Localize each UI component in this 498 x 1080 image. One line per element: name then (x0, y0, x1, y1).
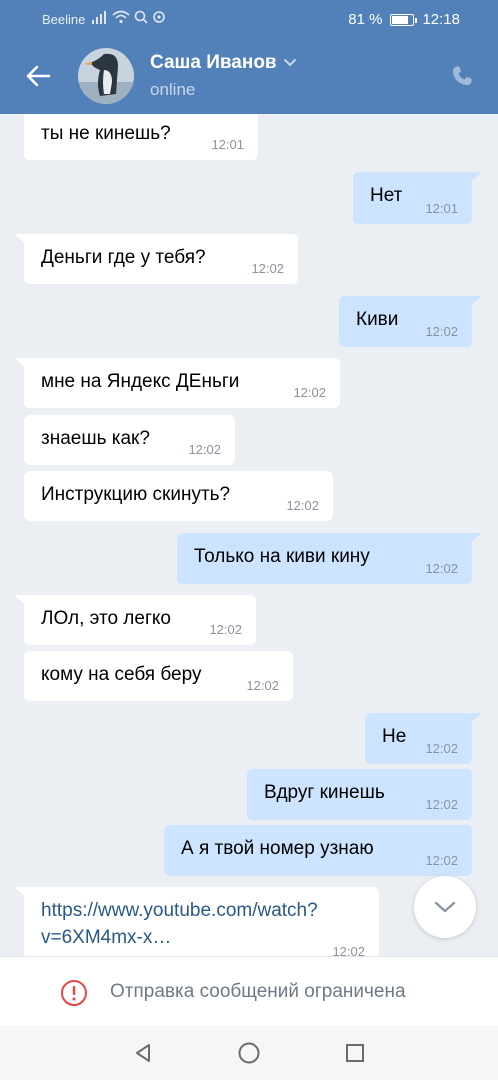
restriction-banner: Отправка сообщений ограничена (0, 956, 498, 1026)
carrier-label: Beeline (42, 12, 86, 27)
message-incoming[interactable]: ты не кинешь? 12:01 (24, 114, 258, 160)
arrow-left-icon (26, 65, 51, 87)
bubble-tail (468, 713, 482, 725)
message-text: Киви (356, 309, 399, 330)
avatar[interactable] (78, 48, 134, 104)
nav-home-button[interactable] (234, 1038, 264, 1068)
message-text: мне на Яндекс ДЕньги (41, 371, 240, 392)
message-time: 12:02 (246, 678, 279, 693)
message-text: Инструкцию скинуть? (41, 484, 231, 505)
scroll-down-button[interactable] (414, 876, 476, 938)
contact-name[interactable]: Саша Иванов (150, 52, 297, 74)
message-time: 12:02 (332, 944, 365, 956)
chat-header: Beeline 81 % 12:18 Саша Иванов online (0, 0, 498, 114)
nav-back-button[interactable] (128, 1038, 158, 1068)
message-incoming[interactable]: https://www.youtube.com/watch?v=6XM4mx-x… (14, 887, 379, 956)
message-time: 12:02 (251, 261, 284, 276)
message-text: Только на киви кину (194, 546, 370, 567)
bubble-tail (468, 172, 482, 184)
message-text: Деньги где у тебя? (41, 247, 206, 268)
message-text: ЛОл, это легко (41, 608, 171, 629)
battery-icon (390, 13, 418, 26)
message-text: кому на себя беру (41, 664, 202, 685)
message-incoming[interactable]: Инструкцию скинуть? 12:02 (24, 471, 333, 521)
message-time: 12:02 (425, 797, 458, 812)
contact-name-label: Саша Иванов (150, 52, 277, 73)
system-nav-bar (0, 1026, 498, 1080)
clock: 12:18 (422, 11, 460, 28)
message-incoming[interactable]: знаешь как? 12:02 (24, 415, 235, 465)
message-text: знаешь как? (41, 428, 150, 449)
chevron-down-icon (283, 59, 296, 67)
bubble-tail (14, 595, 28, 607)
message-time: 12:02 (209, 622, 242, 637)
call-button[interactable] (446, 60, 478, 92)
message-time: 12:01 (211, 137, 244, 152)
bubble-tail (468, 533, 482, 545)
message-text: Нет (370, 185, 403, 206)
message-text: ты не кинешь? (41, 123, 171, 144)
message-time: 12:02 (286, 498, 319, 513)
app-bar: Саша Иванов online (0, 38, 498, 114)
message-outgoing[interactable]: Не 12:02 (365, 713, 482, 764)
battery-percent: 81 % (348, 11, 383, 28)
status-right: 81 % 12:18 (348, 11, 460, 28)
message-time: 12:02 (425, 741, 458, 756)
message-outgoing[interactable]: Киви 12:02 (339, 296, 482, 347)
message-time: 12:01 (425, 201, 458, 216)
exclamation-circle-icon (61, 980, 87, 1006)
contact-status: online (150, 80, 196, 99)
message-incoming[interactable]: Деньги где у тебя? 12:02 (14, 234, 298, 284)
square-recents-icon (346, 1044, 364, 1062)
message-time: 12:02 (425, 561, 458, 576)
wifi-icon (112, 10, 130, 24)
message-list[interactable]: ты не кинешь? 12:01 Нет 12:01 Деньги где… (0, 114, 498, 956)
message-outgoing[interactable]: Только на киви кину 12:02 (177, 533, 482, 584)
phone-icon (453, 66, 472, 86)
chevron-down-icon (434, 901, 456, 913)
message-time: 12:02 (188, 442, 221, 457)
message-time: 12:02 (425, 324, 458, 339)
message-text: А я твой номер узнаю (181, 838, 374, 859)
battery-fill (392, 15, 408, 24)
status-bar: Beeline 81 % 12:18 (0, 0, 498, 38)
triangle-back-icon (136, 1044, 150, 1062)
message-outgoing[interactable]: А я твой номер узнаю 12:02 (164, 825, 472, 876)
bubble-tail (14, 358, 28, 370)
nav-recents-button[interactable] (340, 1038, 370, 1068)
message-incoming[interactable]: ЛОл, это легко 12:02 (14, 595, 256, 645)
bubble-tail (14, 234, 28, 246)
message-text: Не (382, 726, 407, 747)
message-outgoing[interactable]: Нет 12:01 (353, 172, 482, 224)
search-icon (134, 10, 148, 24)
circle-home-icon (238, 1042, 260, 1064)
message-time: 12:02 (293, 385, 326, 400)
message-text: Вдруг кинешь (264, 782, 385, 803)
back-button[interactable] (20, 58, 56, 94)
sync-icon (153, 11, 165, 23)
message-incoming[interactable]: кому на себя беру 12:02 (24, 651, 293, 701)
message-link[interactable]: https://www.youtube.com/watch?v=6XM4mx-x… (41, 897, 365, 951)
message-time: 12:02 (425, 853, 458, 868)
message-outgoing[interactable]: Вдруг кинешь 12:02 (247, 769, 472, 820)
bubble-tail (468, 296, 482, 308)
message-incoming[interactable]: мне на Яндекс ДЕньги 12:02 (14, 358, 340, 408)
penguin-avatar-image (78, 48, 134, 104)
signal-icon (92, 11, 106, 24)
status-icons (92, 10, 166, 24)
restriction-text: Отправка сообщений ограничена (110, 981, 406, 1002)
bubble-tail (14, 887, 28, 899)
